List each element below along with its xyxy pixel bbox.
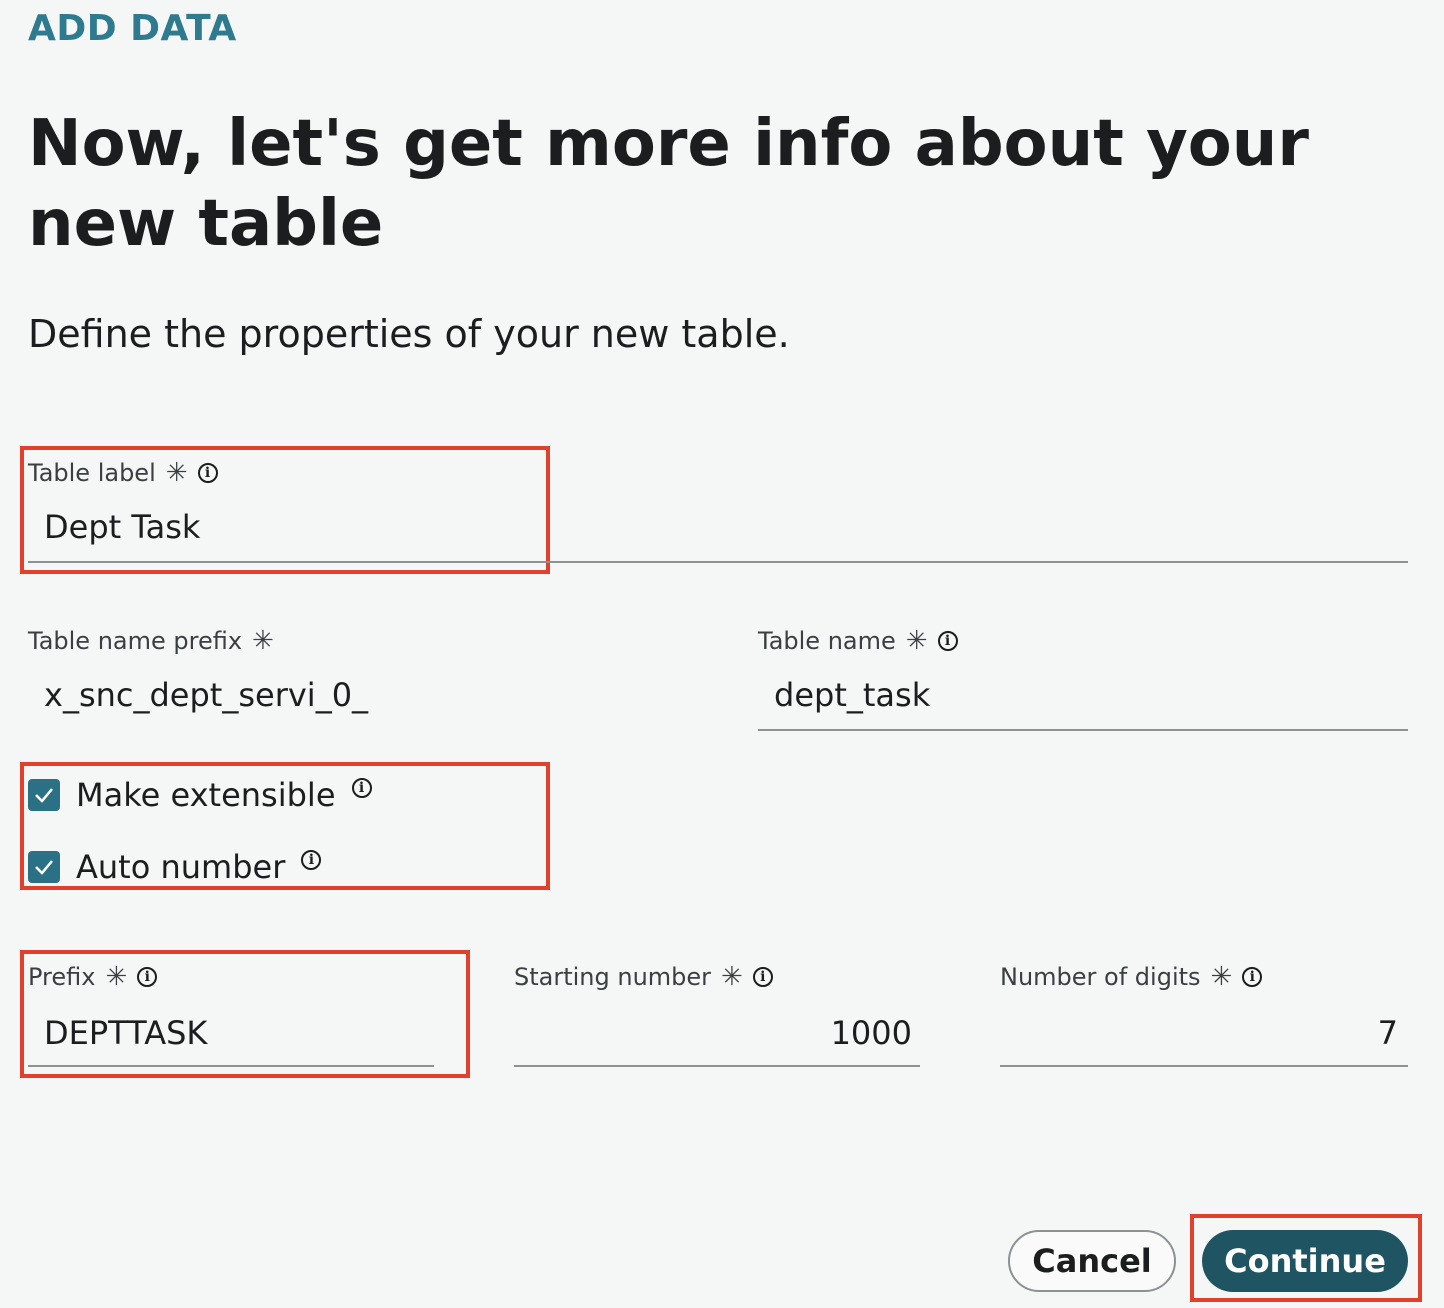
- info-icon[interactable]: i: [137, 967, 158, 987]
- page-eyebrow: ADD DATA: [28, 8, 237, 49]
- table-label-input[interactable]: Dept Task: [44, 508, 200, 546]
- info-icon[interactable]: i: [937, 631, 958, 651]
- required-asterisk-icon: ✳: [165, 458, 188, 488]
- table-name-input[interactable]: dept_task: [774, 676, 930, 714]
- page-subtitle: Define the properties of your new table.: [28, 312, 790, 356]
- required-asterisk-icon: ✳: [1210, 962, 1233, 992]
- required-asterisk-icon: ✳: [252, 626, 274, 656]
- number-of-digits-text: Number of digits: [1000, 963, 1201, 991]
- make-extensible-checkbox[interactable]: [28, 779, 60, 811]
- required-asterisk-icon: ✳: [905, 626, 928, 656]
- required-asterisk-icon: ✳: [105, 962, 128, 992]
- required-asterisk-icon: ✳: [721, 962, 743, 992]
- info-icon[interactable]: i: [301, 850, 322, 870]
- table-name-prefix-text: Table name prefix: [28, 627, 243, 655]
- auto-number-row[interactable]: Auto number i: [28, 848, 322, 886]
- auto-number-label: Auto number: [76, 848, 286, 886]
- starting-number-text: Starting number: [514, 963, 712, 991]
- cancel-button[interactable]: Cancel: [1008, 1230, 1176, 1292]
- starting-number-label: Starting number ✳ i: [514, 962, 773, 992]
- table-label-underline: [28, 561, 1408, 563]
- info-icon[interactable]: i: [752, 967, 773, 987]
- continue-button[interactable]: Continue: [1202, 1230, 1408, 1292]
- prefix-underline: [28, 1065, 434, 1067]
- table-label-text: Table label: [28, 459, 156, 487]
- starting-number-underline: [514, 1065, 920, 1067]
- number-of-digits-input[interactable]: 7: [1000, 1014, 1398, 1052]
- number-of-digits-label: Number of digits ✳ i: [1000, 962, 1263, 992]
- number-of-digits-underline: [1000, 1065, 1408, 1067]
- table-name-underline: [758, 729, 1408, 731]
- table-name-label: Table name ✳ i: [758, 626, 958, 656]
- prefix-input[interactable]: DEPTTASK: [44, 1014, 207, 1052]
- table-name-text: Table name: [758, 627, 896, 655]
- make-extensible-label: Make extensible: [76, 776, 336, 814]
- make-extensible-row[interactable]: Make extensible i: [28, 776, 372, 814]
- info-icon[interactable]: i: [1242, 967, 1263, 987]
- auto-number-checkbox[interactable]: [28, 851, 60, 883]
- info-icon[interactable]: i: [197, 463, 218, 483]
- check-icon: [35, 860, 53, 875]
- page-title: Now, let's get more info about your new …: [28, 107, 1309, 261]
- table-label-label: Table label ✳ i: [28, 458, 218, 488]
- table-name-prefix-value: x_snc_dept_servi_0_: [44, 676, 369, 714]
- table-name-prefix-label: Table name prefix ✳: [28, 626, 274, 656]
- starting-number-input[interactable]: 1000: [514, 1014, 912, 1052]
- prefix-label: Prefix ✳ i: [28, 962, 158, 992]
- check-icon: [35, 788, 53, 803]
- prefix-text: Prefix: [28, 963, 96, 991]
- info-icon[interactable]: i: [351, 778, 372, 798]
